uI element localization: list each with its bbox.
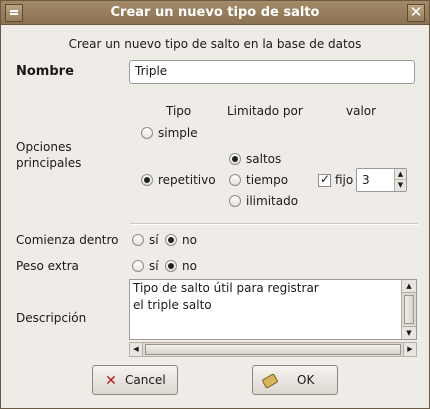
cancel-x-icon: ✕ — [105, 373, 117, 389]
ok-button[interactable]: OK — [252, 365, 338, 395]
nombre-input[interactable]: Triple — [129, 60, 415, 84]
close-icon[interactable]: ✕ — [407, 3, 425, 22]
descripcion-textarea[interactable]: Tipo de salto útil para registrar el tri… — [129, 279, 417, 340]
peso-label: Peso extra — [16, 259, 79, 273]
tipo-simple-radio[interactable] — [141, 127, 153, 139]
tipo-simple-label[interactable]: simple — [158, 126, 198, 140]
spin-buttons: ▲ ▼ — [394, 169, 406, 191]
col-valor-header: valor — [346, 104, 377, 118]
limitado-ilimitado-label[interactable]: ilimitado — [246, 194, 298, 208]
comienza-no-label[interactable]: no — [182, 233, 197, 247]
limitado-tiempo-label[interactable]: tiempo — [246, 173, 288, 187]
ok-button-label: OK — [297, 373, 315, 387]
limitado-ilimitado-radio[interactable] — [229, 195, 241, 207]
peso-si-label[interactable]: sí — [149, 259, 159, 273]
scroll-up-icon[interactable]: ▲ — [402, 280, 416, 293]
vertical-scrollbar[interactable]: ▲ ▼ — [401, 280, 416, 339]
scroll-down-icon[interactable]: ▼ — [402, 326, 416, 339]
limitado-saltos-radio[interactable] — [229, 153, 241, 165]
descripcion-label: Descripción — [16, 311, 87, 325]
spin-up-icon[interactable]: ▲ — [395, 169, 406, 180]
limitado-saltos-label[interactable]: saltos — [246, 152, 281, 166]
peso-si-radio[interactable] — [132, 260, 144, 272]
valor-value: 3 — [362, 173, 370, 187]
col-tipo-header: Tipo — [166, 104, 192, 118]
fijo-checkbox[interactable]: ✓ — [318, 172, 331, 187]
dialog-heading: Crear un nuevo tipo de salto en la base … — [68, 37, 362, 51]
separator — [130, 223, 418, 225]
descripcion-line-1: Tipo de salto útil para registrar — [133, 281, 319, 295]
check-icon: ✓ — [319, 172, 331, 186]
dialog-window: Crear un nuevo tipo de salto ✕ Crear un … — [0, 0, 430, 409]
horizontal-scrollbar[interactable]: ◀ ▶ — [129, 342, 417, 357]
comienza-label: Comienza dentro — [16, 233, 119, 247]
comienza-si-radio[interactable] — [132, 234, 144, 246]
descripcion-line-2: el triple salto — [133, 298, 212, 312]
peso-no-label[interactable]: no — [182, 259, 197, 273]
valor-spinbutton[interactable]: 3 ▲ ▼ — [356, 168, 407, 192]
opciones-label-line2: principales — [16, 156, 82, 170]
col-limitado-header: Limitado por — [227, 104, 303, 118]
horizontal-scroll-thumb[interactable] — [145, 344, 401, 355]
vertical-scroll-thumb[interactable] — [404, 295, 414, 324]
peso-no-radio[interactable] — [165, 260, 177, 272]
limitado-tiempo-radio[interactable] — [229, 174, 241, 186]
cancel-button[interactable]: ✕ Cancel — [92, 365, 178, 395]
tipo-repetitivo-label[interactable]: repetitivo — [158, 173, 216, 187]
nombre-label: Nombre — [16, 64, 74, 79]
opciones-label-line1: Opciones — [16, 140, 72, 154]
comienza-si-label[interactable]: sí — [149, 233, 159, 247]
cancel-button-label: Cancel — [125, 373, 166, 387]
tipo-repetitivo-radio[interactable] — [141, 174, 153, 186]
spin-down-icon[interactable]: ▼ — [395, 180, 406, 191]
comienza-no-radio[interactable] — [165, 234, 177, 246]
title-bar: Crear un nuevo tipo de salto ✕ — [1, 1, 429, 25]
scroll-left-icon[interactable]: ◀ — [130, 343, 143, 356]
fijo-label[interactable]: fijo — [335, 173, 353, 187]
scroll-right-icon[interactable]: ▶ — [403, 343, 416, 356]
ok-hand-icon — [261, 373, 279, 389]
nombre-input-value: Triple — [135, 64, 168, 78]
window-title: Crear un nuevo tipo de salto — [110, 5, 320, 20]
